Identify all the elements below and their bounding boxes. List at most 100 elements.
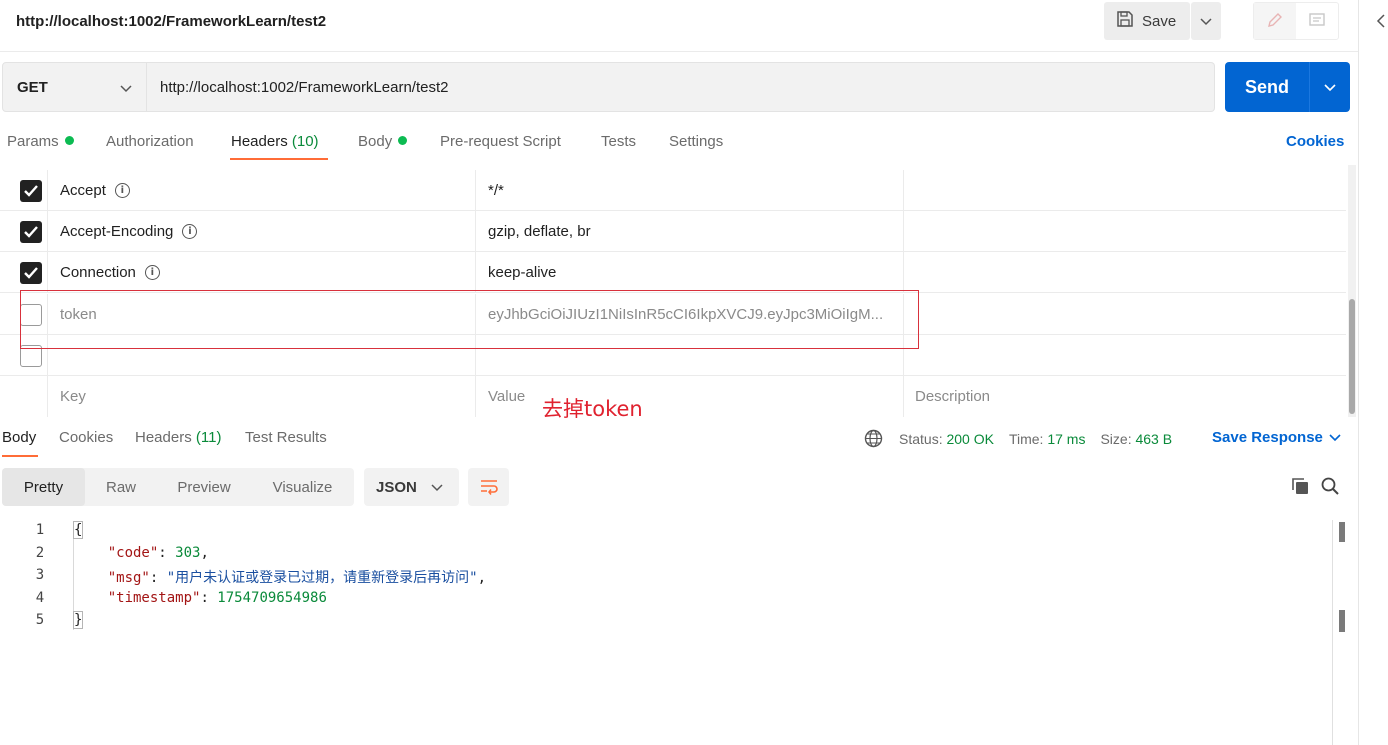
save-options-button[interactable] <box>1191 2 1221 40</box>
pencil-icon <box>1266 11 1284 32</box>
json-value: 303 <box>175 545 201 561</box>
view-preview[interactable]: Preview <box>157 468 251 506</box>
tab-authorization[interactable]: Authorization <box>106 133 194 150</box>
header-checkbox[interactable] <box>20 180 42 202</box>
status-label: Status: <box>899 430 943 447</box>
header-check-cell <box>0 170 48 211</box>
view-visualize[interactable]: Visualize <box>251 468 354 506</box>
header-key-cell[interactable]: Connection i <box>48 252 476 293</box>
code-line: { <box>72 521 84 539</box>
json-value: 1754709654986 <box>217 590 327 606</box>
tab-pre-request-script[interactable]: Pre-request Script <box>440 133 561 150</box>
send-options-button[interactable] <box>1309 62 1350 112</box>
tab-settings-label: Settings <box>669 133 724 150</box>
header-key-cell[interactable]: Accept i <box>48 170 476 211</box>
new-key-input[interactable]: Key <box>48 376 476 417</box>
header-value-cell[interactable]: gzip, deflate, br <box>476 211 904 252</box>
header-value: keep-alive <box>488 264 557 281</box>
code-line: "msg": "用户未认证或登录已过期，请重新登录后再访问", <box>107 570 487 586</box>
send-button[interactable]: Send <box>1225 62 1309 112</box>
cookies-link[interactable]: Cookies <box>1286 133 1344 150</box>
time-value[interactable]: 17 ms <box>1047 431 1085 447</box>
annotation-text: 去掉token <box>542 397 643 421</box>
header-value-cell[interactable]: keep-alive <box>476 252 904 293</box>
tab-settings[interactable]: Settings <box>669 133 723 150</box>
tab-params-label: Params <box>7 133 59 150</box>
new-description-input[interactable]: Description <box>904 376 1346 417</box>
header-checkbox[interactable] <box>20 221 42 243</box>
response-tab-headers[interactable]: Headers (11) <box>135 429 221 446</box>
save-label: Save <box>1142 12 1177 30</box>
table-row: Connection i keep-alive <box>0 252 1346 293</box>
comment-icon <box>1308 11 1326 32</box>
copy-icon[interactable] <box>1290 476 1310 499</box>
info-icon[interactable]: i <box>114 183 130 198</box>
response-tab-cookies[interactable]: Cookies <box>59 429 113 446</box>
json-key: "timestamp" <box>107 590 201 606</box>
save-button[interactable]: Save <box>1104 2 1190 40</box>
line-number: 3 <box>35 567 45 583</box>
header-value-cell[interactable]: */* <box>476 170 904 211</box>
header-key-cell[interactable]: Accept-Encoding i <box>48 211 476 252</box>
header-value: gzip, deflate, br <box>488 223 591 240</box>
response-scrollbar[interactable] <box>1332 520 1350 745</box>
tab-pre-request-script-label: Pre-request Script <box>440 133 561 150</box>
method-select[interactable]: GET <box>2 62 147 112</box>
view-mode-toggle[interactable] <box>1253 2 1339 40</box>
line-number: 2 <box>35 545 45 561</box>
code-line: "code": 303, <box>107 545 209 561</box>
tab-body[interactable]: Body <box>358 133 408 150</box>
scrollbar-thumb[interactable] <box>1349 299 1355 414</box>
search-icon[interactable] <box>1320 476 1340 499</box>
view-pretty[interactable]: Pretty <box>2 468 85 506</box>
header-key: Accept <box>60 182 106 199</box>
url-input[interactable]: http://localhost:1002/FrameworkLearn/tes… <box>147 62 1215 112</box>
new-value-input[interactable]: Value <box>476 376 904 417</box>
header-checkbox[interactable] <box>20 262 42 284</box>
format-label: JSON <box>376 478 417 496</box>
header-check-cell <box>0 376 48 417</box>
info-icon[interactable]: i <box>144 265 160 280</box>
header-description-cell[interactable] <box>904 170 1346 211</box>
tab-params[interactable]: Params <box>7 133 74 150</box>
save-response-button[interactable]: Save Response <box>1212 429 1341 446</box>
response-tab-headers-label: Headers <box>135 429 192 446</box>
json-key: "msg" <box>107 570 150 586</box>
size-label: Size: <box>1100 430 1132 447</box>
size-value[interactable]: 463 B <box>1135 431 1172 447</box>
view-mode-segmented: Pretty Raw Preview Visualize <box>2 468 354 506</box>
status-dot <box>398 136 408 145</box>
open-brace: { <box>72 521 84 539</box>
header-description-cell[interactable] <box>904 294 1346 335</box>
method-label: GET <box>17 78 48 96</box>
chevron-down-icon <box>1329 429 1341 446</box>
time-label: Time: <box>1008 430 1044 447</box>
tab-tests[interactable]: Tests <box>601 133 636 150</box>
scrollbar-thumb[interactable] <box>1339 522 1345 542</box>
header-key: Connection <box>60 264 136 281</box>
status-value[interactable]: 200 OK <box>946 431 993 447</box>
close-brace: } <box>72 611 84 629</box>
code-line: "timestamp": 1754709654986 <box>107 590 327 606</box>
active-tab-indicator <box>230 158 328 160</box>
request-title[interactable]: http://localhost:1002/FrameworkLearn/tes… <box>16 13 326 30</box>
response-tab-body[interactable]: Body <box>2 429 36 446</box>
chevron-left-icon[interactable] <box>1376 14 1386 31</box>
tab-headers-count: (10) <box>291 133 319 150</box>
comment-mode-button[interactable] <box>1296 3 1338 39</box>
header-key: Accept-Encoding <box>60 223 174 240</box>
tab-headers[interactable]: Headers (10) <box>231 133 319 150</box>
wrap-lines-button[interactable] <box>468 468 509 506</box>
info-icon[interactable]: i <box>182 224 198 239</box>
header-description-cell[interactable] <box>904 211 1346 252</box>
code-line: } <box>72 611 84 629</box>
response-tab-test-results[interactable]: Test Results <box>245 429 327 446</box>
response-body-viewer[interactable]: 1 2 3 4 5 { "code": 303, "msg": "用户未认证或登… <box>0 520 1332 745</box>
globe-icon[interactable] <box>864 429 883 448</box>
header-description-cell[interactable] <box>904 252 1346 293</box>
format-select[interactable]: JSON <box>364 468 459 506</box>
edit-mode-button[interactable] <box>1254 3 1296 39</box>
view-raw[interactable]: Raw <box>85 468 157 506</box>
headers-scrollbar[interactable] <box>1348 165 1356 417</box>
header-description-cell[interactable] <box>904 335 1346 376</box>
